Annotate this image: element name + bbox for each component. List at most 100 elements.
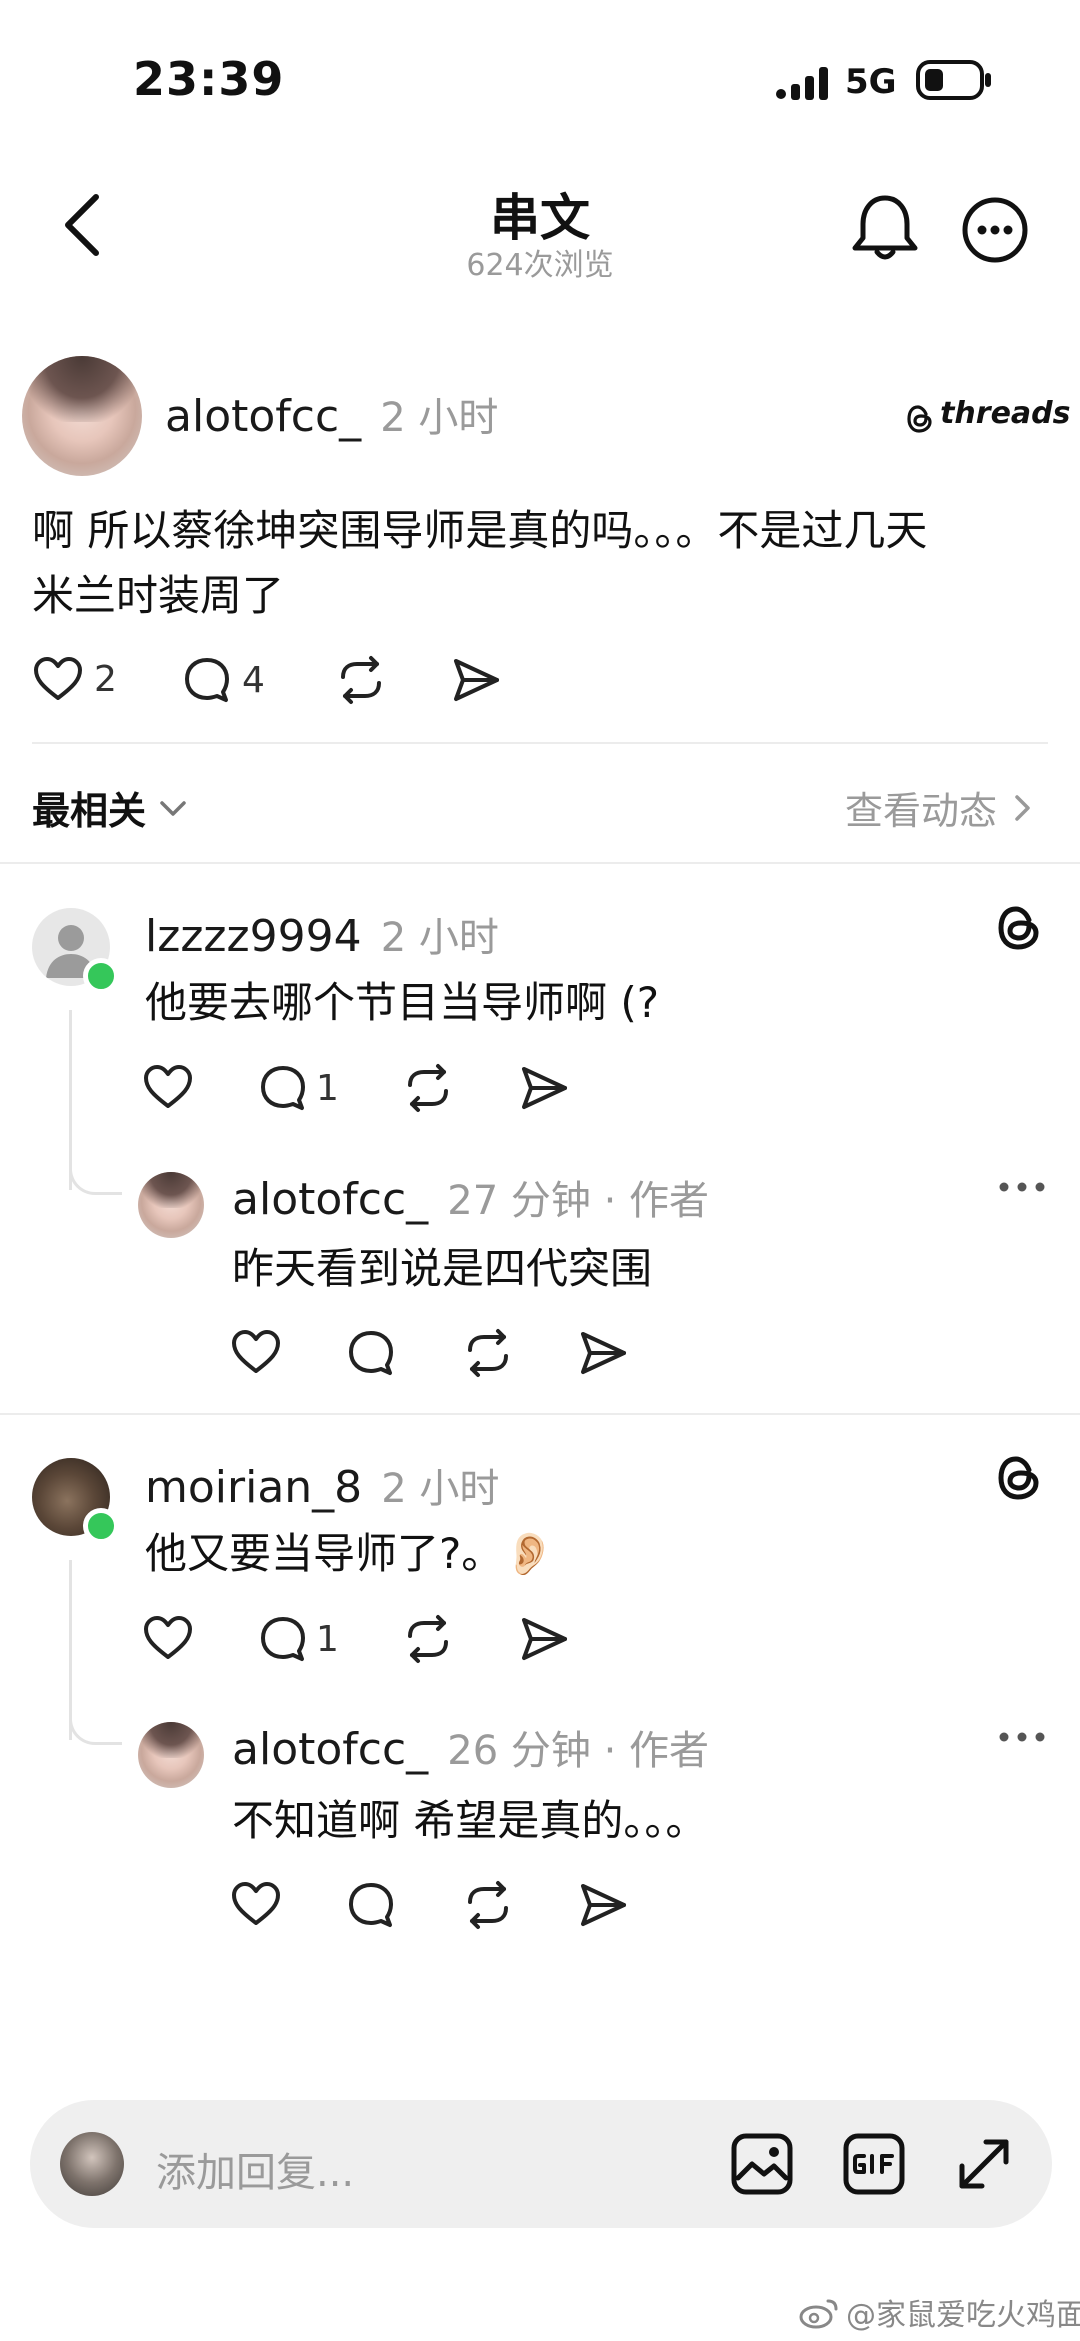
post-author-avatar[interactable]: [22, 356, 142, 476]
post-comment-button[interactable]: 4: [182, 655, 265, 705]
reply-text: 昨天看到说是四代突围: [232, 1244, 653, 1293]
network-type: 5G: [845, 62, 897, 102]
more-horizontal-icon: [999, 1182, 1045, 1192]
comment-header: lzzzz9994 2 小时: [145, 905, 499, 963]
threads-brand: threads: [905, 396, 1071, 435]
comment-share-button[interactable]: [518, 1063, 570, 1117]
reply-share-button[interactable]: [577, 1328, 629, 1382]
reply-input[interactable]: 添加回复...: [156, 2140, 354, 2198]
reply-header: alotofcc_ 26 分钟 · 作者: [232, 1718, 709, 1776]
comment-repost-button[interactable]: [402, 1614, 454, 1668]
comment-reply-button[interactable]: 1: [258, 1614, 339, 1664]
threads-brand-text: threads: [940, 396, 1071, 431]
post-time: 2 小时: [380, 395, 499, 441]
comment-header: moirian_8 2 小时: [145, 1456, 499, 1514]
attach-image-button[interactable]: [730, 2132, 794, 2200]
comment-username[interactable]: moirian_8: [145, 1462, 362, 1513]
threads-icon: [993, 1452, 1045, 1508]
reply-username[interactable]: alotofcc_: [232, 1174, 428, 1225]
notification-button[interactable]: [845, 188, 925, 268]
reply-avatar[interactable]: [138, 1172, 204, 1238]
heart-icon: [232, 1330, 280, 1373]
post-text-line-1: 啊 所以蔡徐坤突围导师是真的吗。。。不是过几天: [32, 506, 928, 555]
reply-repost-button[interactable]: [462, 1880, 514, 1934]
more-horizontal-icon: [999, 1732, 1045, 1742]
current-user-avatar: [60, 2132, 124, 2196]
reply-meta: 27 分钟 · 作者: [447, 1178, 710, 1224]
repost-icon: [408, 1615, 448, 1663]
post-repost-button[interactable]: [335, 655, 387, 709]
gif-button[interactable]: [842, 2132, 906, 2200]
heart-icon: [34, 657, 82, 700]
section-divider: [0, 862, 1080, 864]
reply-more-button[interactable]: [995, 1172, 1049, 1206]
comment-like-button[interactable]: [142, 1614, 194, 1666]
comment-like-button[interactable]: [142, 1063, 194, 1115]
thread-connector-curve: [69, 1700, 122, 1745]
weibo-icon: [799, 2299, 838, 2329]
chevron-down-icon: [160, 800, 186, 816]
threads-icon: [993, 902, 1045, 958]
sort-dropdown[interactable]: 最相关: [32, 780, 190, 835]
post-author-name[interactable]: alotofcc_: [165, 391, 361, 442]
reply-header: alotofcc_ 27 分钟 · 作者: [232, 1168, 709, 1226]
reply-repost-button[interactable]: [462, 1328, 514, 1382]
comment-repost-button[interactable]: [402, 1063, 454, 1117]
reply-share-button[interactable]: [577, 1880, 629, 1934]
post-comment-count: 4: [242, 659, 265, 701]
online-status-dot: [83, 1508, 119, 1544]
comment-icon: [261, 1066, 305, 1110]
send-icon: [522, 1067, 567, 1109]
reply-meta: 26 分钟 · 作者: [447, 1728, 710, 1774]
comment-username[interactable]: lzzzz9994: [145, 911, 362, 962]
post-share-button[interactable]: [450, 655, 502, 709]
repost-icon: [468, 1329, 508, 1377]
reply-text: 不知道啊 希望是真的。。。: [232, 1796, 708, 1845]
comment-text: 他又要当导师了?。👂🏻: [145, 1529, 556, 1578]
reply-comment-button[interactable]: [346, 1328, 396, 1382]
heart-icon: [144, 1616, 192, 1659]
reply-composer[interactable]: 添加回复...: [30, 2100, 1052, 2228]
post-text-line-2: 米兰时装周了: [32, 571, 285, 620]
bell-icon: [852, 195, 918, 260]
heart-icon: [144, 1065, 192, 1108]
comment-icon: [261, 1617, 305, 1661]
reply-username[interactable]: alotofcc_: [232, 1724, 428, 1775]
comment-icon: [349, 1331, 393, 1375]
comment-share-button[interactable]: [518, 1614, 570, 1668]
reply-like-button[interactable]: [230, 1328, 282, 1380]
comment-icon: [185, 658, 229, 702]
reply-avatar[interactable]: [138, 1722, 204, 1788]
reply-comment-button[interactable]: [346, 1880, 396, 1934]
comment-time: 2 小时: [380, 915, 499, 961]
comment-reply-button[interactable]: 1: [258, 1063, 339, 1113]
expand-composer-button[interactable]: [952, 2132, 1016, 2200]
repost-icon: [408, 1064, 448, 1112]
signal-icon: [775, 62, 835, 102]
reply-more-button[interactable]: [995, 1722, 1049, 1756]
thread-connector-curve: [69, 1150, 122, 1195]
more-circle-icon: [962, 197, 1028, 263]
status-time: 23:39: [133, 52, 285, 106]
more-options-button[interactable]: [955, 190, 1035, 270]
sort-label: 最相关: [32, 789, 147, 833]
repost-icon: [468, 1881, 508, 1929]
image-icon: [731, 2133, 793, 2195]
view-activity-label: 查看动态: [845, 789, 998, 833]
gif-icon: [843, 2133, 905, 2195]
watermark-text: @家鼠爱吃火鸡面: [846, 2298, 1080, 2333]
comment-time: 2 小时: [381, 1466, 500, 1512]
watermark: @家鼠爱吃火鸡面: [798, 2290, 1080, 2334]
online-status-dot: [83, 958, 119, 994]
view-activity-link[interactable]: 查看动态: [845, 780, 1035, 835]
send-icon: [581, 1884, 626, 1926]
comment-text: 他要去哪个节目当导师啊 (?: [145, 978, 660, 1027]
repost-icon: [341, 656, 381, 704]
post-divider: [32, 742, 1048, 744]
send-icon: [581, 1332, 626, 1374]
post-like-button[interactable]: 2: [32, 655, 117, 703]
reply-like-button[interactable]: [230, 1880, 282, 1932]
battery-icon: [915, 58, 995, 102]
expand-icon: [959, 2139, 1009, 2189]
post-like-count: 2: [94, 658, 117, 700]
